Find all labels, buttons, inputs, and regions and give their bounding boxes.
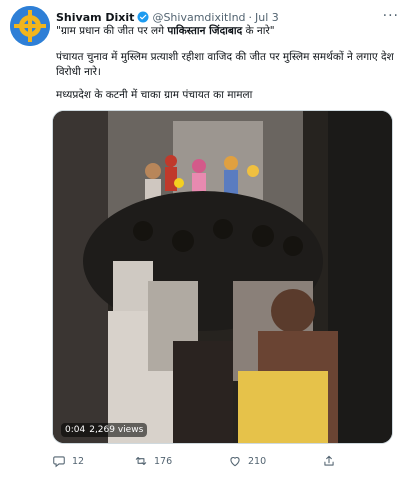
tweet-location-line: मध्यप्रदेश के कटनी में चाका ग्राम पंचायत… — [56, 89, 253, 101]
retweet-count: 176 — [154, 455, 173, 467]
retweet-button[interactable]: 176 — [134, 454, 172, 468]
separator-dot: · — [248, 10, 253, 24]
more-icon[interactable]: ··· — [383, 8, 399, 24]
video-timestamp: 0:04 — [65, 425, 86, 435]
video-player[interactable]: 0:04 2,269 views — [52, 110, 393, 444]
share-button[interactable] — [322, 454, 342, 468]
share-icon — [324, 455, 334, 466]
avatar[interactable] — [10, 6, 50, 46]
tweet-actions: 12 176 210 — [52, 454, 371, 470]
like-count: 210 — [248, 455, 267, 467]
quote-text-start: "ग्राम प्रधान की जीत पर लगे — [56, 25, 168, 37]
quote-text-end: के नारे" — [242, 25, 275, 37]
author-name[interactable]: Shivam Dixit — [56, 11, 134, 24]
reply-button[interactable]: 12 — [52, 454, 84, 468]
reply-count: 12 — [72, 455, 85, 467]
author-handle[interactable]: @ShivamdixitInd — [152, 11, 245, 24]
like-button[interactable]: 210 — [228, 454, 266, 468]
tweet-card[interactable]: Shivam Dixit @ShivamdixitInd · Jul 3 ···… — [0, 0, 411, 477]
verified-badge-icon — [137, 11, 149, 23]
video-view-count: 2,269 views — [89, 425, 144, 435]
video-stats-badge: 0:04 2,269 views — [61, 423, 148, 437]
reply-icon — [53, 456, 65, 468]
like-icon — [230, 457, 240, 467]
tweet-quote: "ग्राम प्रधान की जीत पर लगे पाकिस्तान जि… — [56, 24, 399, 39]
tweet-date[interactable]: Jul 3 — [255, 11, 279, 24]
quote-text-bold: पाकिस्तान जिंदाबाद — [167, 25, 243, 37]
tweet-paragraph: पंचायत चुनाव में मुस्लिम प्रत्याशी रहीशा… — [56, 51, 394, 78]
retweet-icon — [135, 456, 147, 466]
video-frame — [53, 111, 392, 443]
